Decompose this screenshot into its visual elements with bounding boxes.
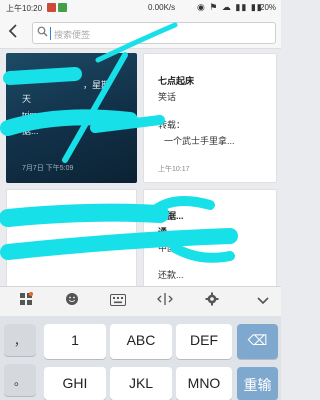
note-card[interactable] [6, 189, 137, 286]
note-text: trimnean函数 [22, 110, 76, 120]
note-text: 天 [22, 94, 32, 104]
note-text: 据... [22, 126, 39, 136]
note-card[interactable]: ，星期 天 trimnean函数 据... 7月7日 下午5:09 [6, 53, 137, 183]
key-period[interactable]: 。 [4, 364, 36, 396]
collapse-icon[interactable] [253, 292, 273, 312]
key-jkl[interactable]: JKL [110, 367, 172, 400]
notes-grid: ，星期 天 trimnean函数 据... 7月7日 下午5:09 七点起床 笑… [0, 50, 281, 286]
key-comma[interactable]: ， [4, 324, 36, 356]
note-card[interactable]: 数据... 通... 中国... 还款... [143, 189, 277, 286]
note-text: 中国... [158, 243, 184, 253]
keyboard-toolbar [0, 286, 281, 316]
key-abc[interactable]: ABC [110, 324, 172, 359]
status-icons: ◉ ⚑ ☁ ▮▮ ▮▮ [197, 2, 263, 12]
app-notification-icon [58, 3, 67, 12]
key-def[interactable]: DEF [176, 324, 232, 359]
key-mno[interactable]: MNO [176, 367, 232, 400]
backspace-icon[interactable]: ⌫ [237, 324, 278, 359]
keyboard-icon[interactable] [108, 292, 128, 312]
keyboard: ， 1 ABC DEF ⌫ 。 GHI JKL MNO 重输 [0, 316, 281, 400]
settings-icon[interactable] [202, 292, 222, 312]
note-text: 通... [158, 227, 175, 237]
status-time: 上午10:20 [6, 4, 43, 13]
note-text: 笑话 [158, 92, 177, 102]
note-timestamp: 7月7日 下午5:09 [22, 165, 74, 172]
search-icon [37, 26, 48, 40]
key-ghi[interactable]: GHI [44, 367, 106, 400]
text-cursor [50, 27, 51, 40]
key-1[interactable]: 1 [44, 324, 106, 359]
search-input[interactable]: 搜索便签 [32, 22, 276, 44]
search-placeholder: 搜索便签 [54, 30, 91, 40]
note-title: 七点起床 [158, 76, 195, 86]
app-notification-icon [47, 3, 56, 12]
top-bar: 搜索便签 [0, 17, 281, 49]
emoji-icon[interactable] [62, 292, 82, 312]
note-text: 数据... [158, 211, 184, 221]
back-chevron-icon[interactable] [8, 23, 22, 44]
grid-menu-icon[interactable] [16, 291, 36, 312]
note-card[interactable]: 七点起床 笑话 转载： 一个武士手里拿... 上午10:17 [143, 53, 277, 183]
key-reset[interactable]: 重输 [237, 367, 278, 400]
status-bar: 上午10:20 0.00K/s ◉ ⚑ ☁ ▮▮ ▮▮ 20% [0, 0, 281, 17]
note-text: 还款... [158, 270, 184, 280]
cursor-move-icon[interactable] [155, 292, 175, 312]
note-text: ，星期 [83, 80, 111, 90]
battery-level: 20% [260, 3, 277, 12]
net-speed: 0.00K/s [148, 3, 176, 12]
note-text: 一个武士手里拿... [164, 136, 235, 146]
note-text: 转载： [158, 120, 186, 130]
note-timestamp: 上午10:17 [158, 166, 190, 173]
